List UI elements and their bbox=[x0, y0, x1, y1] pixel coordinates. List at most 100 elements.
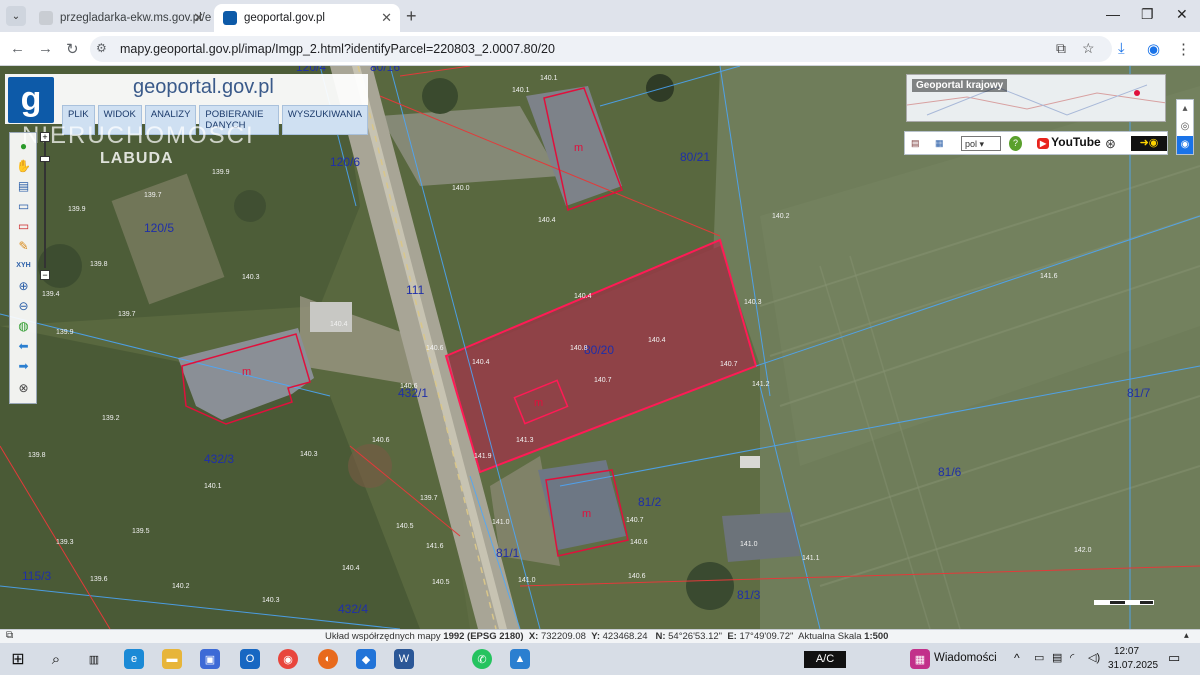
language-value: pol bbox=[965, 139, 978, 149]
zoom-box-icon[interactable]: ▭ bbox=[15, 197, 32, 214]
windows-start-icon[interactable]: ⊞ bbox=[8, 649, 28, 669]
zoom-slider[interactable]: + − bbox=[40, 132, 50, 282]
url-text[interactable]: mapy.geoportal.gov.pl/imap/Imgp_2.html?i… bbox=[120, 42, 555, 56]
wifi-icon[interactable]: ◜ bbox=[1070, 651, 1074, 664]
close-tab-icon[interactable]: ✕ bbox=[193, 4, 204, 32]
accessibility-icon[interactable]: ⊛ bbox=[1105, 136, 1116, 151]
globe-icon[interactable]: ◍ bbox=[15, 317, 32, 334]
clock-time[interactable]: 12:07 bbox=[1114, 646, 1139, 657]
tab-ekw[interactable]: przegladarka-ekw.ms.gov.pl/e ✕ bbox=[30, 4, 212, 32]
close-window-icon[interactable]: ✕ bbox=[1176, 6, 1188, 23]
zoom-slider-handle[interactable] bbox=[40, 156, 50, 162]
tab-geoportal[interactable]: geoportal.gov.pl ✕ bbox=[214, 4, 400, 32]
building-marker: m bbox=[574, 142, 583, 154]
language-select[interactable]: pol ▾ bbox=[961, 136, 1001, 151]
profile-icon[interactable]: ◉ bbox=[1147, 40, 1160, 58]
xyh-icon[interactable]: XYH bbox=[15, 257, 32, 274]
coordinates-readout: Układ współrzędnych mapy 1992 (EPSG 2180… bbox=[325, 631, 889, 642]
tab-search-chevron-icon[interactable]: ⌄ bbox=[6, 6, 26, 26]
outlook-icon[interactable]: O bbox=[240, 649, 260, 669]
svg-text:141.9: 141.9 bbox=[474, 453, 492, 460]
bookmark-star-icon[interactable]: ☆ bbox=[1082, 40, 1095, 57]
print-icon[interactable]: ▤ bbox=[911, 136, 920, 151]
parcel-label: 120/4 bbox=[296, 66, 326, 74]
tray-chevron-icon[interactable]: ^ bbox=[1014, 651, 1020, 665]
install-app-icon[interactable]: ⧉ bbox=[1056, 40, 1066, 57]
expand-icon[interactable]: ▴ bbox=[1177, 100, 1193, 118]
pencil-icon[interactable]: ✎ bbox=[15, 237, 32, 254]
geoportal-logo[interactable]: g bbox=[8, 77, 54, 123]
youtube-link[interactable]: ▶ YouTube bbox=[1037, 135, 1101, 149]
eye-icon[interactable]: ◉ bbox=[1177, 136, 1193, 154]
previous-view-icon[interactable]: ⬅ bbox=[15, 337, 32, 354]
svg-text:141.0: 141.0 bbox=[518, 577, 536, 584]
info-icon[interactable]: ● bbox=[15, 137, 32, 154]
store-icon[interactable]: ▣ bbox=[200, 649, 220, 669]
zoom-in-icon[interactable]: ⊕ bbox=[15, 277, 32, 294]
svg-text:141.2: 141.2 bbox=[752, 381, 770, 388]
minimize-icon[interactable]: — bbox=[1106, 6, 1120, 22]
reload-icon[interactable]: ↻ bbox=[66, 40, 79, 58]
svg-text:139.9: 139.9 bbox=[212, 169, 230, 176]
close-tab-icon[interactable]: ✕ bbox=[381, 4, 392, 32]
svg-text:141.3: 141.3 bbox=[516, 437, 534, 444]
keyboard-indicator[interactable]: A/C bbox=[804, 651, 846, 668]
svg-text:140.3: 140.3 bbox=[242, 274, 260, 281]
network-icon[interactable]: ▤ bbox=[1052, 651, 1062, 664]
eagle-favicon-icon bbox=[39, 11, 53, 25]
chrome-icon[interactable]: ◉ bbox=[278, 649, 298, 669]
notifications-icon[interactable]: ▭ bbox=[1168, 650, 1180, 666]
parcel-label: 120/6 bbox=[330, 155, 360, 169]
map-toolbar: ● ✋ ▤ ▭ ▭ ✎ XYH ⊕ ⊖ ◍ ⬅ ➡ ⊗ bbox=[9, 132, 37, 404]
task-view-icon[interactable]: ▥ bbox=[84, 649, 104, 669]
maximize-icon[interactable]: ❐ bbox=[1141, 6, 1154, 23]
tray-device-icon[interactable]: ▭ bbox=[1034, 651, 1044, 664]
parcel-label: 81/7 bbox=[1127, 386, 1151, 400]
menu-wyszukiwania[interactable]: WYSZUKIWANIA bbox=[281, 105, 368, 135]
url-bar[interactable]: ⚙ mapy.geoportal.gov.pl/imap/Imgp_2.html… bbox=[90, 36, 1112, 62]
collapse-icon[interactable]: ▴ bbox=[1184, 630, 1189, 641]
word-icon[interactable]: W bbox=[394, 649, 414, 669]
site-info-icon[interactable]: ⚙ bbox=[96, 41, 107, 55]
overview-minimap[interactable]: Geoportal krajowy bbox=[906, 74, 1166, 122]
parcel-label: 81/6 bbox=[938, 465, 962, 479]
full-extent-icon[interactable]: ⊗ bbox=[15, 379, 32, 396]
svg-text:140.6: 140.6 bbox=[426, 345, 444, 352]
download-icon[interactable]: ⤓ bbox=[1118, 40, 1125, 57]
edge-icon[interactable]: e bbox=[124, 649, 144, 669]
forward-icon[interactable]: → bbox=[38, 40, 53, 57]
pan-hand-icon[interactable]: ✋ bbox=[15, 157, 32, 174]
new-tab-icon[interactable]: + bbox=[406, 6, 417, 27]
zoom-out-icon[interactable]: ⊖ bbox=[15, 297, 32, 314]
select-area-icon[interactable]: ▭ bbox=[15, 217, 32, 234]
back-icon[interactable]: ← bbox=[10, 40, 25, 57]
clock-date[interactable]: 31.07.2025 bbox=[1108, 660, 1158, 671]
svg-text:140.5: 140.5 bbox=[396, 523, 414, 530]
news-icon[interactable]: ▦ bbox=[910, 649, 930, 669]
whatsapp-icon[interactable]: ✆ bbox=[472, 649, 492, 669]
parcel-label: 80/21 bbox=[680, 150, 710, 164]
file-explorer-icon[interactable]: ▬ bbox=[162, 649, 182, 669]
volume-icon[interactable]: ◁) bbox=[1088, 651, 1100, 664]
svg-text:140.6: 140.6 bbox=[630, 539, 648, 546]
zoom-minus-icon[interactable]: − bbox=[40, 270, 50, 280]
next-view-icon[interactable]: ➡ bbox=[15, 357, 32, 374]
svg-text:141.6: 141.6 bbox=[1040, 273, 1058, 280]
search-icon[interactable]: ⌕ bbox=[46, 649, 66, 669]
photos-icon[interactable]: ▲ bbox=[510, 649, 530, 669]
resize-icon[interactable]: ⧉ bbox=[6, 630, 13, 641]
tab-title: przegladarka-ekw.ms.gov.pl/e bbox=[60, 12, 212, 24]
firefox-icon[interactable]: ◐ bbox=[318, 649, 338, 669]
legend-icon[interactable]: ▤ bbox=[15, 177, 32, 194]
menu-dots-icon[interactable]: ⋮ bbox=[1176, 40, 1191, 58]
svg-text:140.6: 140.6 bbox=[628, 573, 646, 580]
chat-icon[interactable]: ◆ bbox=[356, 649, 376, 669]
svg-text:139.9: 139.9 bbox=[56, 329, 74, 336]
news-widget-label[interactable]: Wiadomości bbox=[934, 652, 997, 664]
contrast-icon[interactable]: ➜◉ bbox=[1131, 136, 1167, 151]
wms-icon[interactable]: ▦ bbox=[935, 136, 944, 151]
zoom-plus-icon[interactable]: + bbox=[40, 132, 50, 142]
help-icon[interactable]: ? bbox=[1009, 136, 1022, 151]
layers-icon[interactable]: ◎ bbox=[1177, 118, 1193, 136]
map-viewport[interactable]: 120/4 80/16 120/6 80/21 120/5 111 80/20 … bbox=[0, 66, 1200, 629]
